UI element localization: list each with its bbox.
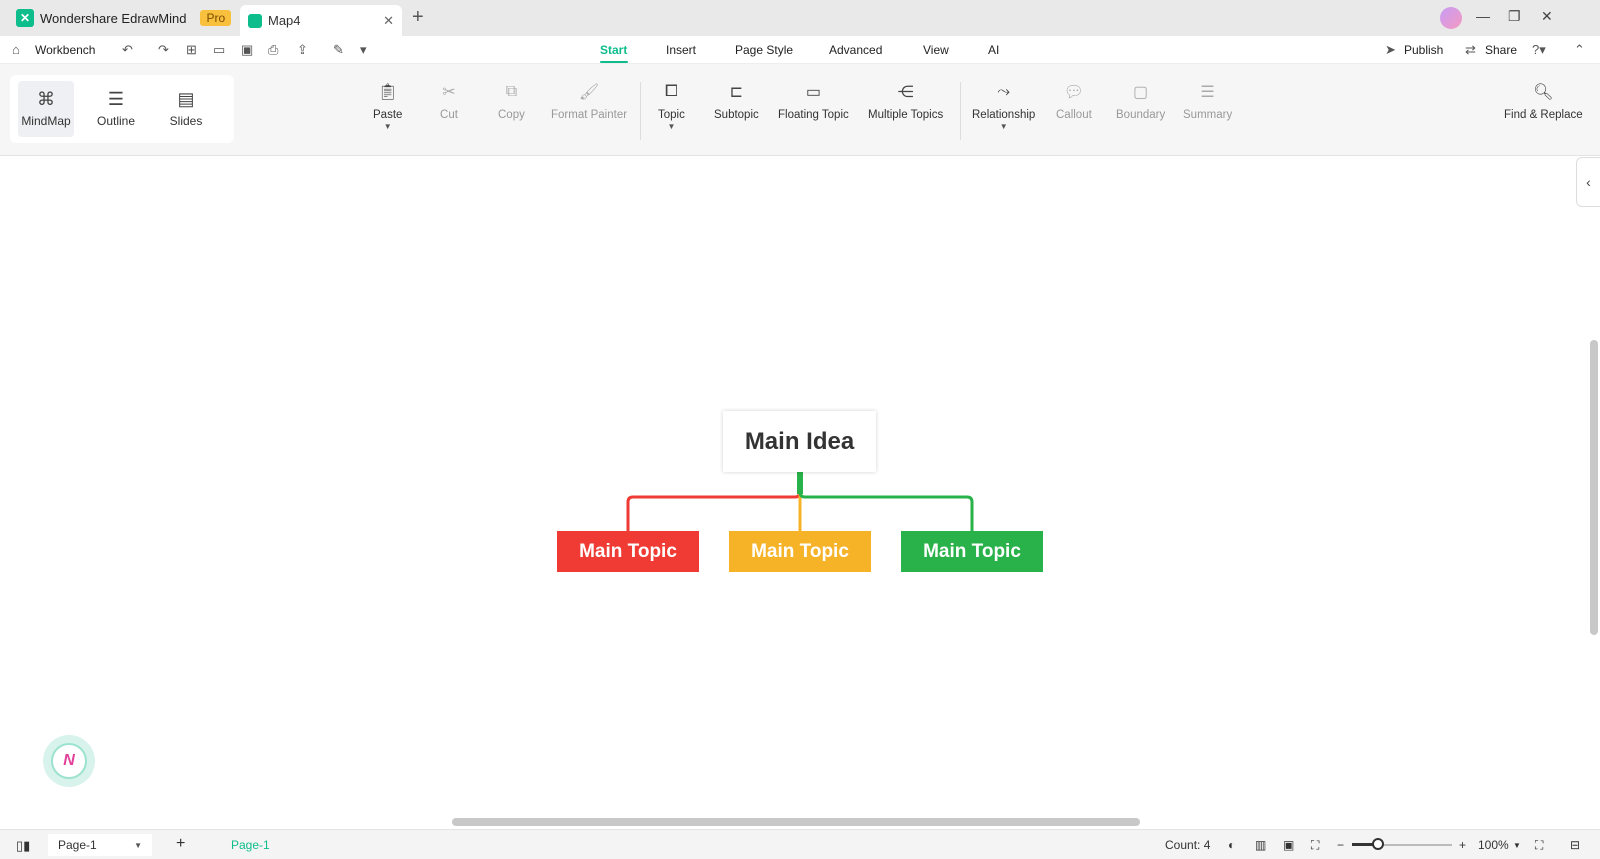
page-selector-label: Page-1: [58, 838, 97, 852]
zoom-out-button[interactable]: −: [1337, 838, 1344, 852]
zoom-level[interactable]: 100%: [1478, 838, 1509, 852]
connector-left: [626, 472, 802, 531]
ai-assistant-logo: N: [51, 743, 87, 779]
panel-toggle-icon[interactable]: ⊟: [1570, 838, 1580, 852]
chevron-down-icon: ▼: [134, 840, 142, 850]
zoom-dropdown-icon[interactable]: ▼: [1513, 841, 1521, 850]
vertical-scrollbar[interactable]: [1590, 340, 1598, 635]
connector-right: [798, 472, 974, 531]
fullscreen-fit-icon[interactable]: ⛶: [1311, 838, 1319, 853]
book-view-icon[interactable]: ▥: [1255, 838, 1266, 852]
main-topic-orange[interactable]: Main Topic: [729, 531, 871, 572]
main-topic-green[interactable]: Main Topic: [901, 531, 1043, 572]
add-page-button[interactable]: +: [176, 835, 185, 853]
page-selector[interactable]: Page-1 ▼: [48, 834, 152, 856]
status-bar: ▯▮ Page-1 ▼ + Page-1 Count: 4 ◐ ▥ ▣ ⛶ − …: [0, 829, 1600, 859]
side-panel-toggle[interactable]: ‹: [1576, 157, 1600, 207]
main-topic-red[interactable]: Main Topic: [557, 531, 699, 572]
zoom-slider-handle[interactable]: [1372, 838, 1384, 850]
theme-icon[interactable]: ◐: [1228, 838, 1235, 852]
horizontal-scrollbar[interactable]: [452, 818, 1140, 826]
central-topic[interactable]: Main Idea: [723, 411, 876, 472]
zoom-in-button[interactable]: +: [1459, 838, 1466, 852]
fit-page-icon[interactable]: ▣: [1283, 838, 1294, 852]
ai-assistant-button[interactable]: N: [43, 735, 95, 787]
page-panel-icon[interactable]: ▯▮: [16, 838, 30, 854]
chevron-left-icon: ‹: [1586, 174, 1591, 190]
fullscreen-icon[interactable]: ⛶: [1535, 838, 1543, 853]
topic-count: Count: 4: [1165, 838, 1211, 852]
page-tab[interactable]: Page-1: [231, 838, 270, 852]
